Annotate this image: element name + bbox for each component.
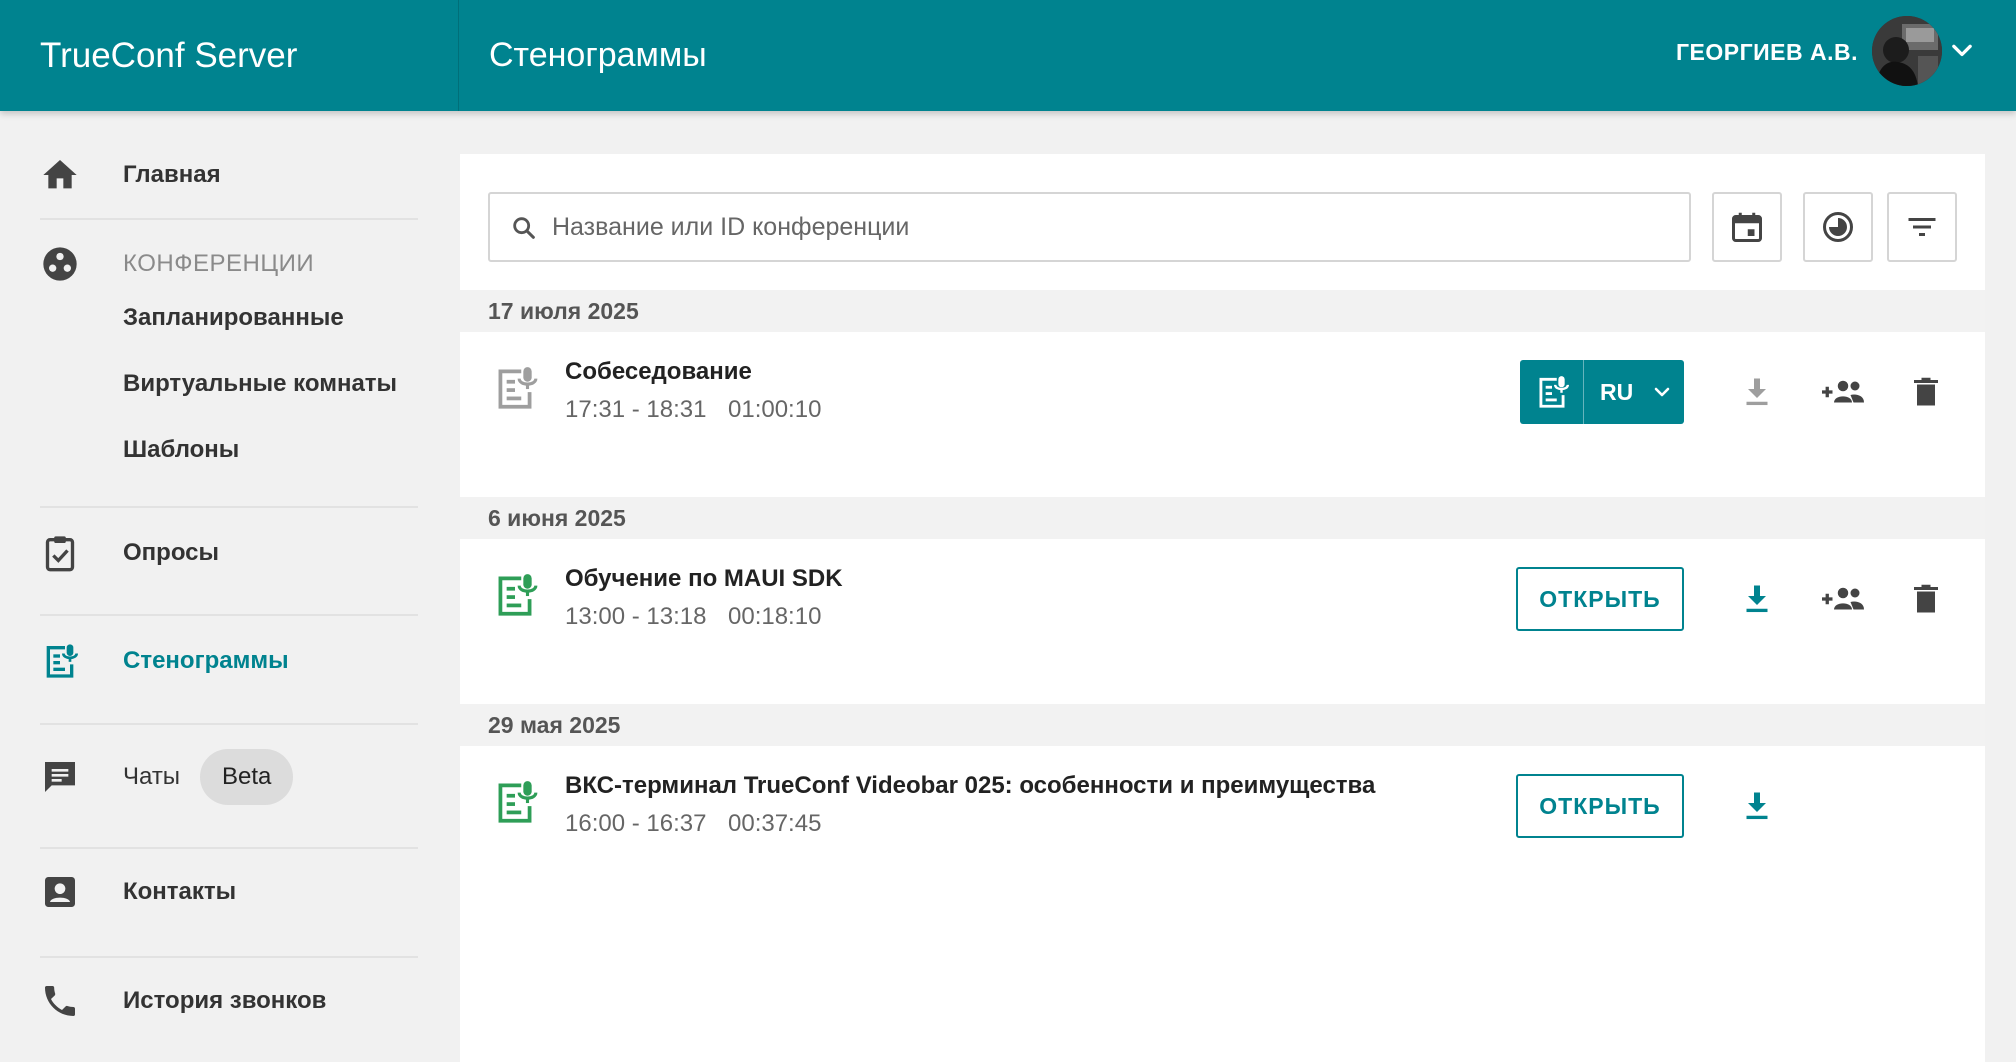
transcribe-language-button[interactable]: RU	[1520, 360, 1684, 424]
sidebar-item-label: История звонков	[123, 987, 327, 1014]
sidebar-item-call-history[interactable]: История звонков	[0, 971, 458, 1031]
header-divider	[458, 0, 459, 111]
contacts-icon	[45, 877, 75, 907]
transcript-ready-icon	[498, 781, 538, 823]
filter-icon	[1908, 218, 1936, 236]
sidebar-item-home[interactable]: Главная	[0, 145, 458, 205]
time-filter-button[interactable]	[1803, 192, 1873, 262]
transcript-icon	[46, 644, 78, 678]
sidebar-item-virtual-rooms[interactable]: Виртуальные комнаты	[123, 370, 397, 398]
download-icon[interactable]	[1739, 788, 1775, 824]
divider	[40, 218, 418, 220]
avatar[interactable]	[1872, 16, 1942, 86]
trash-icon[interactable]	[1908, 374, 1944, 410]
date-group-header: 6 июня 2025	[460, 497, 1985, 539]
phone-icon	[45, 986, 75, 1016]
transcript-time: 17:31 - 18:31	[565, 396, 707, 423]
transcript-pending-icon	[498, 367, 538, 409]
open-button[interactable]: ОТКРЫТЬ	[1516, 774, 1684, 838]
sidebar-item-transcripts[interactable]: Стенограммы	[0, 631, 458, 691]
search-input[interactable]	[552, 194, 1672, 260]
transcript-icon	[1538, 376, 1569, 408]
add-participants-icon[interactable]	[1820, 374, 1866, 410]
transcript-title: ВКС-терминал TrueConf Videobar 025: особ…	[565, 772, 1376, 799]
transcript-title: Обучение по MAUI SDK	[565, 565, 843, 592]
top-bar: TrueConf Server Стенограммы ГЕОРГИЕВ А.В…	[0, 0, 2016, 111]
chevron-down-icon[interactable]	[1948, 37, 1976, 65]
language-label: RU	[1600, 379, 1634, 405]
divider	[40, 847, 418, 849]
transcript-time: 16:00 - 16:37	[565, 810, 707, 837]
date-group-label: 6 июня 2025	[488, 505, 626, 531]
search-icon	[513, 217, 535, 239]
transcript-row[interactable]: Обучение по MAUI SDK 13:00 - 13:18 00:18…	[460, 539, 1985, 703]
sidebar: Главная КОНФЕРЕНЦИИ Запланированные Вирт…	[0, 111, 458, 1062]
divider	[40, 614, 418, 616]
sidebar-section-conferences: КОНФЕРЕНЦИИ	[0, 234, 458, 294]
user-name[interactable]: ГЕОРГИЕВ А.В.	[1676, 0, 1858, 104]
sidebar-item-scheduled[interactable]: Запланированные	[123, 304, 344, 332]
conferences-icon	[43, 247, 77, 281]
clock-icon	[1823, 212, 1853, 242]
page-title: Стенограммы	[489, 36, 707, 74]
beta-badge: Beta	[200, 749, 294, 805]
sidebar-item-label: Стенограммы	[123, 647, 289, 674]
divider	[40, 723, 418, 725]
open-button[interactable]: ОТКРЫТЬ	[1516, 567, 1684, 631]
chevron-down-icon	[1654, 387, 1670, 397]
transcript-duration: 00:37:45	[728, 810, 822, 837]
download-icon[interactable]	[1739, 374, 1775, 410]
chat-icon	[45, 762, 75, 792]
date-group-header: 29 мая 2025	[460, 704, 1985, 746]
clipboard-check-icon	[45, 536, 75, 572]
transcript-row[interactable]: Собеседование 17:31 - 18:31 01:00:10 RU	[460, 332, 1985, 496]
filter-button[interactable]	[1887, 192, 1957, 262]
transcript-duration: 01:00:10	[728, 396, 822, 423]
date-group-label: 17 июля 2025	[488, 298, 639, 324]
home-icon	[43, 160, 77, 189]
sidebar-item-templates[interactable]: Шаблоны	[123, 436, 239, 464]
transcript-title: Собеседование	[565, 358, 752, 385]
add-participants-icon[interactable]	[1820, 581, 1866, 617]
sidebar-item-label: Чаты	[123, 763, 181, 790]
brand-title[interactable]: TrueConf Server	[40, 0, 297, 111]
transcript-time: 13:00 - 13:18	[565, 603, 707, 630]
trash-icon[interactable]	[1908, 581, 1944, 617]
sidebar-item-contacts[interactable]: Контакты	[0, 862, 458, 922]
sidebar-item-label: Опросы	[123, 539, 220, 566]
download-icon[interactable]	[1739, 581, 1775, 617]
transcript-ready-icon	[498, 574, 538, 616]
sidebar-item-label: Контакты	[123, 878, 237, 905]
date-filter-button[interactable]	[1712, 192, 1782, 262]
divider	[40, 956, 418, 958]
calendar-icon	[1732, 212, 1762, 242]
sidebar-section-label: КОНФЕРЕНЦИИ	[123, 250, 315, 277]
transcript-row[interactable]: ВКС-терминал TrueConf Videobar 025: особ…	[460, 746, 1985, 910]
date-group-header: 17 июля 2025	[460, 290, 1985, 332]
sidebar-item-label: Главная	[123, 161, 221, 188]
divider	[40, 506, 418, 508]
transcript-duration: 00:18:10	[728, 603, 822, 630]
transcripts-panel: 17 июля 2025 Собеседование 17:31 - 18:31…	[460, 154, 1985, 1062]
search-box[interactable]	[488, 192, 1691, 262]
sidebar-item-polls[interactable]: Опросы	[0, 523, 458, 583]
date-group-label: 29 мая 2025	[488, 712, 621, 738]
